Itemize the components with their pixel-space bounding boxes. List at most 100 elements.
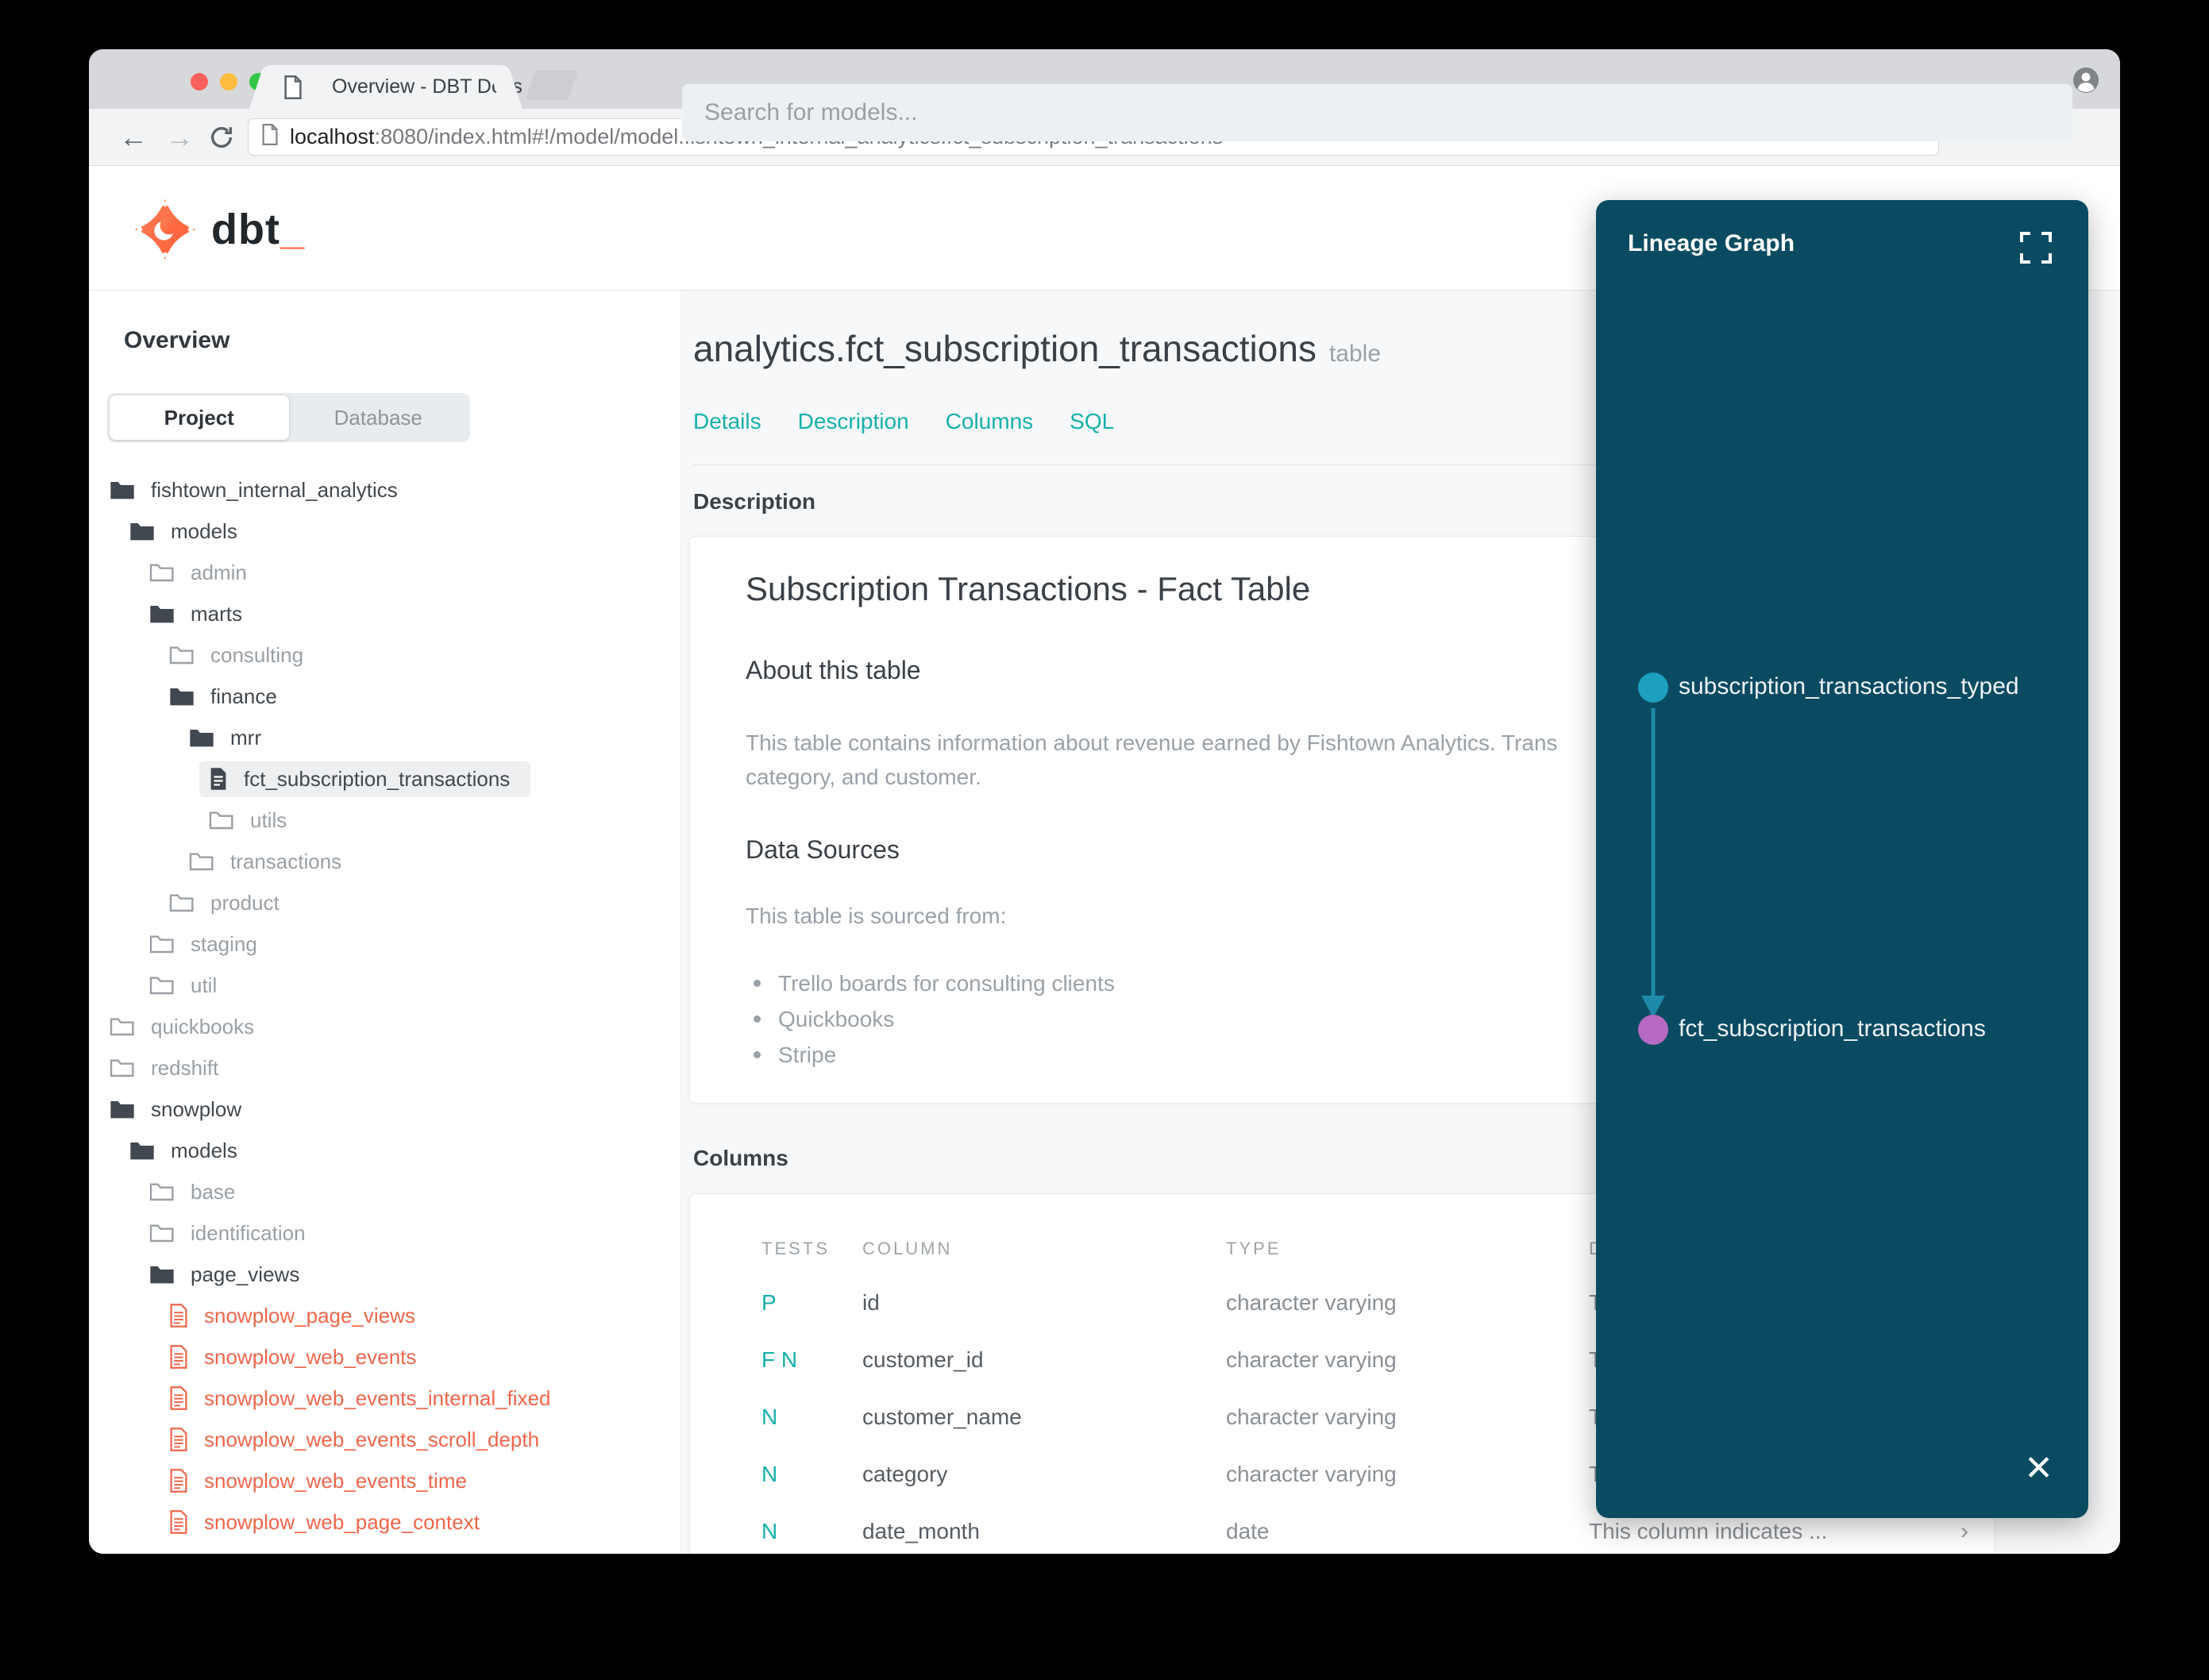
- data-sources-heading: Data Sources: [746, 835, 900, 864]
- folder-open-icon: [150, 606, 174, 623]
- cell-type: date: [1226, 1519, 1270, 1543]
- lineage-node-target[interactable]: fct_subscription_transactions: [1679, 1015, 1986, 1042]
- tree-item-snowplow[interactable]: snowplow: [89, 1089, 680, 1130]
- close-window-button[interactable]: [191, 73, 208, 91]
- folder-open-icon: [110, 482, 134, 499]
- materialization-badge: table: [1328, 341, 1382, 367]
- tree-item-fishtown_internal_analytics[interactable]: fishtown_internal_analytics: [89, 469, 680, 511]
- file-icon: [210, 768, 226, 790]
- tree-item-snowplow_web_events_internal_fixed[interactable]: snowplow_web_events_internal_fixed: [89, 1378, 680, 1419]
- tree-item-quickbooks[interactable]: quickbooks: [89, 1006, 680, 1047]
- cell-type: character varying: [1226, 1462, 1397, 1486]
- model-tab-description[interactable]: Description: [798, 409, 909, 434]
- tree-item-marts[interactable]: marts: [89, 593, 680, 634]
- sources-list: Trello boards for consulting clients Quic…: [746, 965, 1115, 1073]
- tree-item-consulting[interactable]: consulting: [89, 634, 680, 676]
- tree-item-snowplow_web_events_scroll_depth[interactable]: snowplow_web_events_scroll_depth: [89, 1419, 680, 1460]
- lineage-node-source[interactable]: subscription_transactions_typed: [1679, 673, 2019, 700]
- folder-open-icon: [150, 1266, 174, 1284]
- about-line-2: category, and customer.: [746, 765, 981, 789]
- columns-section-label: Columns: [693, 1146, 788, 1170]
- sidebar-title: Overview: [124, 327, 230, 353]
- tree-item-page_views[interactable]: page_views: [89, 1254, 680, 1295]
- tree-item-staging[interactable]: staging: [89, 923, 680, 965]
- about-heading: About this table: [746, 656, 921, 684]
- cell-tests: P: [761, 1290, 777, 1315]
- folder-closed-icon: [169, 646, 194, 665]
- tree-item-transactions[interactable]: transactions: [89, 841, 680, 882]
- model-tab-details[interactable]: Details: [693, 409, 761, 434]
- logo-text: dbt: [211, 206, 280, 253]
- tree-item-mrr[interactable]: mrr: [89, 717, 680, 758]
- folder-closed-icon: [169, 894, 194, 912]
- tree-item-snowplow_web_events[interactable]: snowplow_web_events: [89, 1336, 680, 1378]
- tree-item-models[interactable]: models: [89, 511, 680, 552]
- bullet-icon: [754, 980, 761, 987]
- lineage-close-icon[interactable]: ✕: [2024, 1451, 2053, 1486]
- browser-profile-avatar[interactable]: [2072, 67, 2099, 98]
- file-red-icon: [170, 1428, 187, 1451]
- tab-project[interactable]: Project: [110, 395, 289, 440]
- folder-closed-icon: [110, 1018, 134, 1036]
- lineage-node-dot-source[interactable]: [1638, 672, 1668, 703]
- columns-table-header: TESTS COLUMN TYPE D: [761, 1239, 1604, 1259]
- dbt-logo-icon: [134, 198, 196, 260]
- file-red-icon: [170, 1469, 187, 1493]
- back-button[interactable]: ←: [119, 109, 148, 165]
- cell-column: customer_id: [862, 1347, 984, 1372]
- project-tree: fishtown_internal_analytics models admin ma…: [89, 469, 680, 1543]
- model-tabs: Details Description Columns SQL: [693, 409, 1114, 434]
- tree-item-utils[interactable]: utils: [89, 800, 680, 841]
- new-tab-button[interactable]: [525, 70, 579, 100]
- folder-open-icon: [170, 688, 194, 706]
- source-list-item: Quickbooks: [746, 1001, 1115, 1037]
- file-red-icon: [170, 1510, 187, 1534]
- search-input[interactable]: [682, 84, 2072, 141]
- header-tests: TESTS: [761, 1239, 830, 1258]
- tree-item-snowplow_web_events_time[interactable]: snowplow_web_events_time: [89, 1460, 680, 1501]
- cell-tests: N: [761, 1404, 778, 1429]
- file-red-icon: [170, 1304, 187, 1327]
- chevron-right-icon[interactable]: ›: [1960, 1518, 1968, 1545]
- sidebar: Overview Project Database fishtown_inter…: [89, 291, 681, 1554]
- reload-button[interactable]: [208, 109, 235, 165]
- folder-closed-icon: [149, 564, 174, 582]
- tree-item-models[interactable]: models: [89, 1130, 680, 1171]
- tree-item-identification[interactable]: identification: [89, 1212, 680, 1254]
- bullet-icon: [754, 1015, 761, 1023]
- forward-button[interactable]: →: [165, 109, 194, 165]
- cell-type: character varying: [1226, 1347, 1397, 1372]
- tree-item-admin[interactable]: admin: [89, 552, 680, 593]
- cell-type: character varying: [1226, 1290, 1397, 1315]
- cell-column: customer_name: [862, 1404, 1022, 1429]
- model-tab-sql[interactable]: SQL: [1070, 409, 1114, 434]
- cell-tests: N: [761, 1519, 778, 1543]
- lineage-node-dot-target[interactable]: [1638, 1015, 1668, 1045]
- bullet-icon: [754, 1051, 761, 1058]
- tree-item-fct_subscription_transactions[interactable]: fct_subscription_transactions: [89, 758, 680, 800]
- minimize-window-button[interactable]: [220, 73, 237, 91]
- tree-item-base[interactable]: base: [89, 1171, 680, 1212]
- folder-closed-icon: [149, 935, 174, 954]
- folder-open-icon: [190, 730, 214, 747]
- logo-underscore: _: [279, 206, 304, 253]
- tree-item-snowplow_page_views[interactable]: snowplow_page_views: [89, 1295, 680, 1336]
- source-list-item: Trello boards for consulting clients: [746, 965, 1115, 1001]
- model-tab-columns[interactable]: Columns: [946, 409, 1033, 434]
- header-type: TYPE: [1226, 1239, 1282, 1258]
- folder-closed-icon: [209, 811, 233, 830]
- page-icon: [261, 123, 279, 151]
- folder-open-icon: [130, 523, 154, 541]
- tab-database[interactable]: Database: [289, 395, 468, 440]
- cell-column: category: [862, 1462, 948, 1486]
- cell-column: date_month: [862, 1519, 980, 1543]
- tree-item-product[interactable]: product: [89, 882, 680, 923]
- tree-item-snowplow_web_page_context[interactable]: snowplow_web_page_context: [89, 1501, 680, 1543]
- cell-tests: F N: [761, 1347, 798, 1372]
- folder-open-icon: [130, 1142, 154, 1160]
- tree-item-finance[interactable]: finance: [89, 676, 680, 717]
- tree-item-redshift[interactable]: redshift: [89, 1047, 680, 1089]
- dbt-logo[interactable]: dbt _: [133, 198, 304, 261]
- browser-tab[interactable]: Overview - DBT Docs ✕: [267, 65, 546, 109]
- tree-item-util[interactable]: util: [89, 965, 680, 1006]
